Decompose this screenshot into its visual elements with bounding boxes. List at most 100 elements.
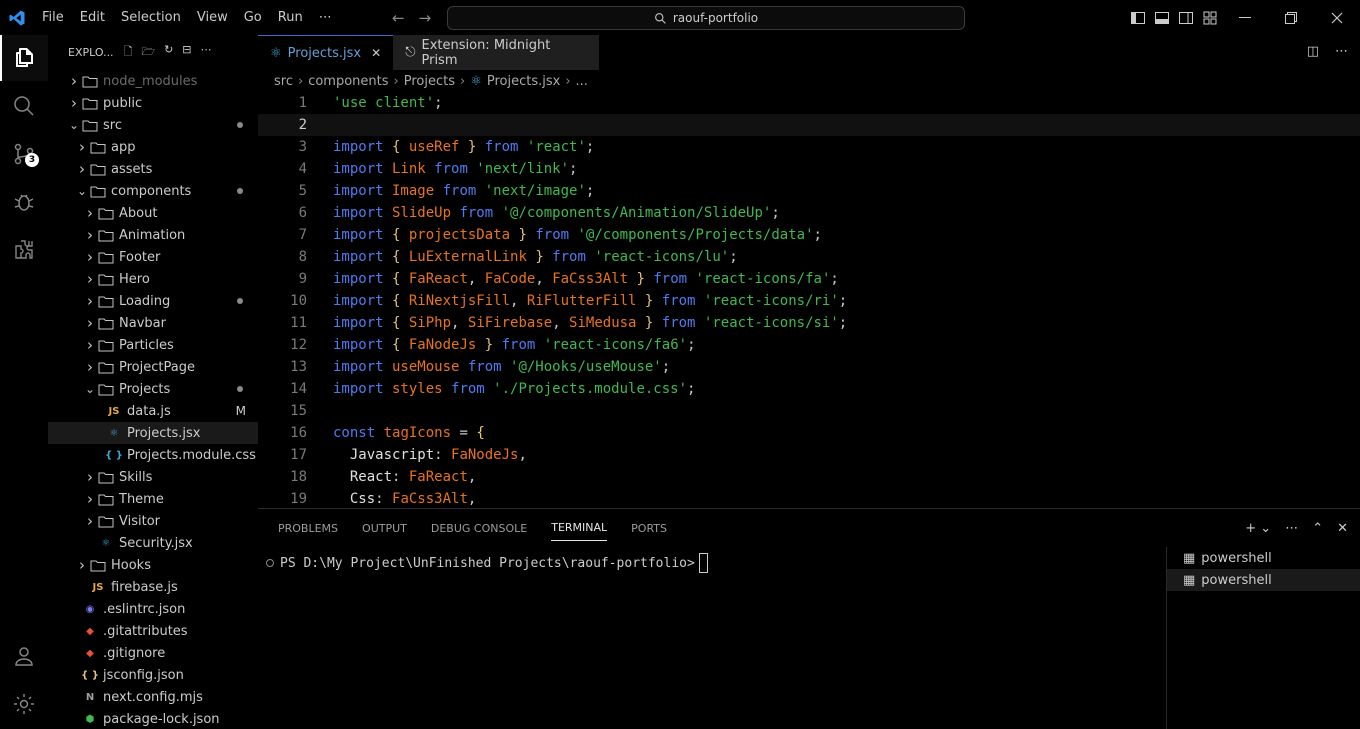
tree-item[interactable]: › Animation	[48, 224, 258, 246]
code-token: import	[333, 315, 384, 331]
panel-tab-output[interactable]: OUTPUT	[362, 516, 407, 541]
close-panel-icon[interactable]: ✕	[1337, 521, 1348, 536]
menu-view[interactable]: View	[189, 10, 236, 25]
code-editor[interactable]: 1 'use client'; 2 3 import { useRef } from '…	[258, 92, 1360, 508]
code-token: import	[333, 139, 384, 155]
forward-arrow-icon[interactable]: →	[419, 9, 432, 27]
tree-item[interactable]: { } Projects.module.css	[48, 444, 258, 466]
tree-item[interactable]: › app	[48, 136, 258, 158]
folder-icon	[98, 227, 114, 243]
explorer-title: EXPLO...	[68, 46, 114, 59]
code-line: 10 import { RiNextjsFill, RiFlutterFill }…	[258, 290, 1360, 312]
minimize-icon[interactable]	[1222, 0, 1268, 35]
menu-selection[interactable]: Selection	[113, 10, 189, 25]
tree-item[interactable]: › Hero	[48, 268, 258, 290]
customize-layout-icon[interactable]	[1198, 0, 1222, 35]
breadcrumb-item[interactable]: src	[274, 74, 293, 89]
toggle-panel-icon[interactable]	[1150, 0, 1174, 35]
tree-item[interactable]: › Hooks	[48, 554, 258, 576]
chevron-right-icon: ›	[87, 226, 93, 244]
tree-item[interactable]: ⌄ Projects	[48, 378, 258, 400]
restore-icon[interactable]	[1268, 0, 1314, 35]
toggle-primary-sidebar-icon[interactable]	[1126, 0, 1150, 35]
tree-item[interactable]: › Visitor	[48, 510, 258, 532]
tree-item[interactable]: JS firebase.js	[48, 576, 258, 598]
new-terminal-icon[interactable]: + ⌄	[1245, 521, 1271, 536]
panel-tab-ports[interactable]: PORTS	[631, 516, 667, 541]
explorer-icon[interactable]	[0, 35, 48, 81]
search-activity-icon[interactable]	[0, 83, 48, 129]
tree-item[interactable]: › Skills	[48, 466, 258, 488]
panel-tab-problems[interactable]: PROBLEMS	[278, 516, 338, 541]
tree-item[interactable]: ⬢ package-lock.json	[48, 708, 258, 728]
tree-item[interactable]: JS data.js M	[48, 400, 258, 422]
source-control-icon[interactable]: 3	[0, 131, 48, 177]
tree-item[interactable]: › About	[48, 202, 258, 224]
tree-item[interactable]: ⚛ Projects.jsx	[48, 422, 258, 444]
tree-item[interactable]: › public	[48, 92, 258, 114]
panel-tab-debug-console[interactable]: DEBUG CONSOLE	[431, 516, 527, 541]
maximize-panel-icon[interactable]: ⌃	[1312, 521, 1323, 536]
breadcrumb-item[interactable]: Projects	[404, 74, 455, 89]
new-folder-icon[interactable]: 🗁	[141, 43, 155, 62]
code-token: '@/components/Projects/data'	[569, 227, 814, 243]
account-icon[interactable]	[0, 633, 48, 679]
extensions-icon[interactable]	[0, 227, 48, 273]
tree-item[interactable]: › assets	[48, 158, 258, 180]
refresh-icon[interactable]: ↻	[164, 43, 173, 62]
terminal-item[interactable]: ▦ powershell	[1167, 547, 1360, 569]
panel-tab-terminal[interactable]: TERMINAL	[551, 515, 608, 541]
folder-icon	[82, 73, 98, 89]
tree-item[interactable]: ◆ .gitignore	[48, 642, 258, 664]
tree-item[interactable]: › ProjectPage	[48, 356, 258, 378]
tree-item[interactable]: › node_modules	[48, 70, 258, 92]
command-center-search[interactable]: raouf-portfolio	[447, 6, 965, 30]
tree-item[interactable]: ◉ .eslintrc.json	[48, 598, 258, 620]
command-center-label: raouf-portfolio	[672, 11, 759, 25]
tree-item[interactable]: › Footer	[48, 246, 258, 268]
tree-item[interactable]: { } jsconfig.json	[48, 664, 258, 686]
tab-extension-midnight-prism[interactable]: ⎋ Extension: Midnight Prism	[393, 35, 600, 70]
tree-item[interactable]: › Loading	[48, 290, 258, 312]
next-file-icon: N	[85, 691, 95, 703]
tree-item[interactable]: › Theme	[48, 488, 258, 510]
menu-file[interactable]: File	[34, 10, 72, 25]
close-tab-icon[interactable]: ✕	[371, 46, 381, 60]
tree-item[interactable]: › Navbar	[48, 312, 258, 334]
menu-go[interactable]: Go	[236, 10, 270, 25]
code-token: ,	[535, 271, 553, 287]
run-debug-icon[interactable]	[0, 179, 48, 225]
code-token: from	[526, 227, 570, 243]
menu-run[interactable]: Run	[270, 10, 311, 25]
new-file-icon[interactable]: 🗋	[124, 43, 133, 62]
editor-more-icon[interactable]: ⋯	[1335, 44, 1348, 59]
code-token: ;	[771, 205, 780, 221]
breadcrumb-item[interactable]: Projects.jsx	[487, 74, 560, 89]
code-line: 1 'use client';	[258, 92, 1360, 114]
collapse-all-icon[interactable]: ⊟	[182, 43, 191, 62]
tree-item[interactable]: ⌄ src	[48, 114, 258, 136]
tree-item[interactable]: ◆ .gitattributes	[48, 620, 258, 642]
tree-item-label: ProjectPage	[119, 359, 195, 375]
tree-item[interactable]: › Particles	[48, 334, 258, 356]
breadcrumb-item[interactable]: components	[308, 74, 388, 89]
line-text: import { projectsData } from '@/componen…	[333, 227, 822, 243]
back-arrow-icon[interactable]: ←	[392, 9, 405, 27]
split-editor-icon[interactable]: ◫	[1307, 44, 1319, 59]
tab-projects-jsx[interactable]: ⚛ Projects.jsx ✕	[258, 35, 394, 70]
close-window-icon[interactable]	[1314, 0, 1360, 35]
toggle-secondary-sidebar-icon[interactable]	[1174, 0, 1198, 35]
menu-more[interactable]: ⋯	[311, 10, 340, 25]
terminal-output[interactable]: PS D:\My Project\UnFinished Projects\rao…	[266, 553, 708, 573]
tree-item[interactable]: ⚛ Security.jsx	[48, 532, 258, 554]
terminal-item[interactable]: ▦ powershell	[1167, 569, 1360, 591]
explorer-header: EXPLO... 🗋 🗁 ↻ ⊟ ⋯	[48, 35, 258, 70]
code-token: 'next/image'	[476, 183, 586, 199]
tree-item[interactable]: Nnext.config.mjs	[48, 686, 258, 708]
more-actions-icon[interactable]: ⋯	[201, 43, 212, 62]
tree-item[interactable]: ⌄ components	[48, 180, 258, 202]
manage-gear-icon[interactable]	[0, 681, 48, 727]
breadcrumb-item[interactable]: ...	[576, 74, 588, 89]
menu-edit[interactable]: Edit	[72, 10, 113, 25]
panel-more-icon[interactable]: ⋯	[1285, 521, 1298, 536]
